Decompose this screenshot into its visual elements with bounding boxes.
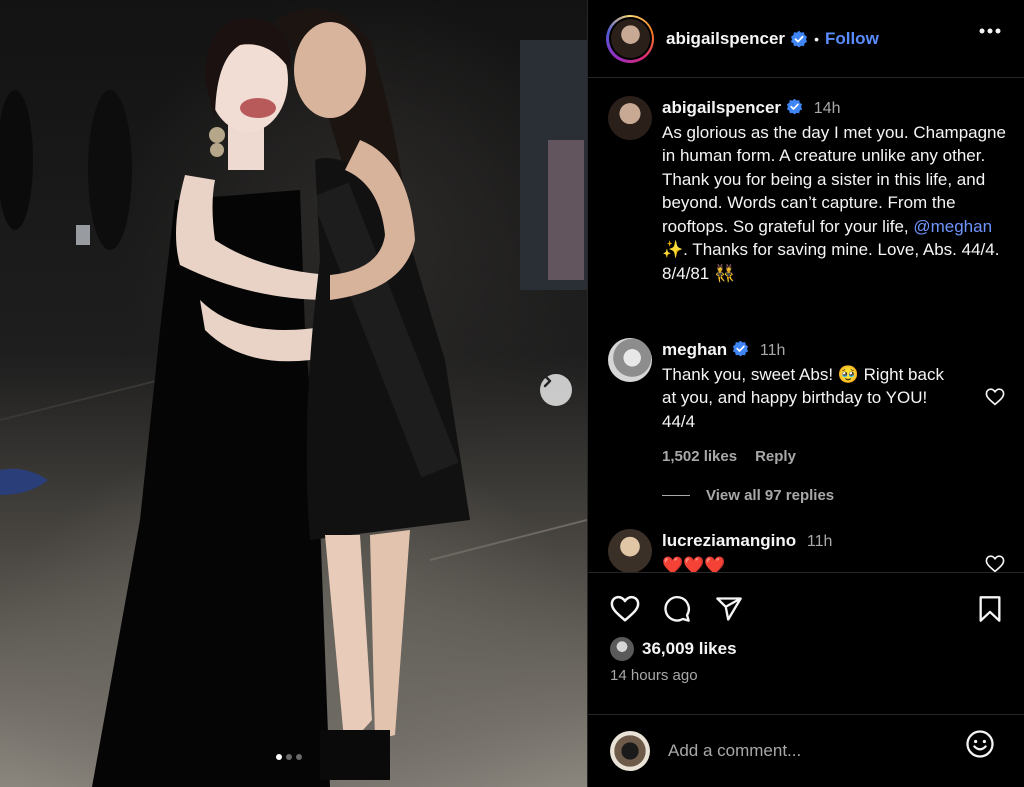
comment-avatar[interactable] <box>608 96 652 140</box>
comment-likes[interactable]: 1,502 likes <box>662 448 737 465</box>
chevron-right-icon <box>543 374 552 388</box>
post-timestamp[interactable]: 14 hours ago <box>610 667 698 684</box>
likes-count[interactable]: 36,009 likes <box>642 639 737 659</box>
replies-divider <box>662 495 690 496</box>
current-user-avatar[interactable] <box>610 731 650 771</box>
verified-badge-icon <box>733 340 749 357</box>
post-header: abigailspencer • Follow <box>588 0 1024 78</box>
author-avatar-image <box>610 19 650 58</box>
like-comment-heart-icon[interactable] <box>985 388 1005 406</box>
comment-username[interactable]: meghan <box>662 340 727 359</box>
comment: meghan 11h Thank you, sweet Abs! 🥹 Right… <box>608 338 1008 469</box>
verified-badge-icon <box>791 30 808 47</box>
share-button[interactable] <box>714 595 744 628</box>
emoji-icon[interactable] <box>965 729 995 759</box>
comment-avatar[interactable] <box>608 338 652 382</box>
add-comment-bar: Add a comment... <box>588 714 1024 787</box>
comment-username[interactable]: lucreziamangino <box>662 531 796 550</box>
share-icon <box>716 597 742 621</box>
header-separator: • <box>814 30 819 47</box>
carousel-dot <box>276 754 282 760</box>
comment-username[interactable]: abigailspencer <box>662 98 781 117</box>
follow-button[interactable]: Follow <box>825 29 879 49</box>
ellipsis-icon[interactable] <box>979 28 1001 34</box>
add-comment-input[interactable]: Add a comment... <box>668 741 801 761</box>
reply-button[interactable]: Reply <box>755 448 796 465</box>
comment-time: 11h <box>759 342 786 359</box>
carousel-dot <box>286 754 292 760</box>
post-photo[interactable] <box>0 0 587 787</box>
verified-badge-icon <box>787 98 803 115</box>
comment-text: ❤️❤️❤️ <box>662 555 726 573</box>
like-comment-heart-icon[interactable] <box>985 555 1005 572</box>
view-replies-label: View all 97 replies <box>706 487 835 504</box>
comment-text: Thank you, sweet Abs! 🥹 Right back at yo… <box>662 364 944 431</box>
carousel-indicator <box>276 754 302 760</box>
next-photo-button[interactable] <box>540 374 572 406</box>
comments-list[interactable]: abigailspencer 14h As glorious as the da… <box>588 79 1024 572</box>
comment-button[interactable] <box>662 595 692 628</box>
comment-text-continued: ✨. Thanks for saving mine. Love, Abs. 44… <box>662 240 1000 283</box>
author-avatar[interactable] <box>606 14 654 63</box>
mention-link[interactable]: @meghan <box>913 217 992 236</box>
view-replies-button[interactable]: View all 97 replies <box>662 487 834 504</box>
photo-illustration <box>0 8 587 787</box>
comment-time: 11h <box>806 533 833 550</box>
carousel-dot <box>296 754 302 760</box>
comment-time: 14h <box>813 100 841 117</box>
comment-icon <box>664 596 690 622</box>
bookmark-icon[interactable] <box>977 595 1003 623</box>
comment: lucreziamangino 11h ❤️❤️❤️ <box>608 529 1008 572</box>
heart-icon <box>610 595 640 622</box>
post-actions: 36,009 likes 14 hours ago <box>588 572 1024 714</box>
author-username[interactable]: abigailspencer <box>666 29 785 49</box>
like-button[interactable] <box>610 595 640 628</box>
post-details-panel: abigailspencer • Follow abigailspencer 1… <box>587 0 1024 787</box>
liker-avatar[interactable] <box>610 637 634 661</box>
comment-avatar[interactable] <box>608 529 652 572</box>
caption-comment: abigailspencer 14h As glorious as the da… <box>608 96 1008 285</box>
